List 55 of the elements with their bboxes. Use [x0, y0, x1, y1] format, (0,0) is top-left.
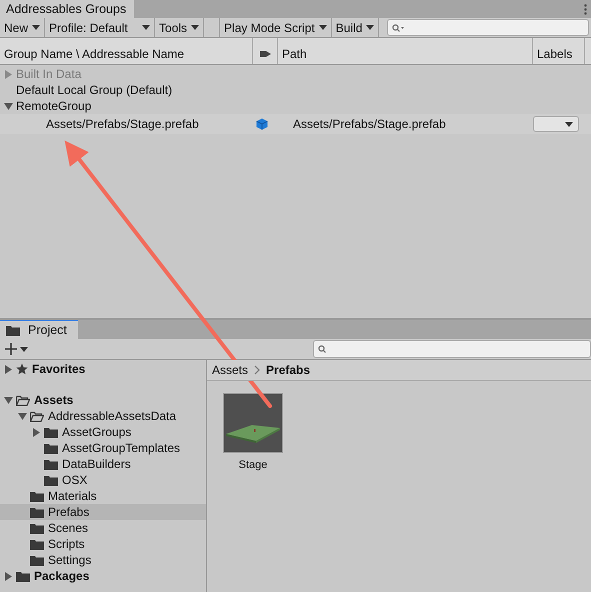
entry-name[interactable]: Assets/Prefabs/Stage.prefab — [46, 117, 256, 131]
column-header[interactable]: Labels — [533, 38, 585, 64]
plus-icon — [5, 343, 17, 355]
caret-icon — [318, 25, 327, 30]
breadcrumb-item[interactable]: Prefabs — [266, 363, 310, 377]
folder-icon — [6, 324, 20, 336]
tree-item[interactable]: Prefabs — [0, 504, 206, 520]
folder-icon — [30, 506, 44, 518]
open-folder-icon — [16, 394, 30, 406]
search-icon — [392, 24, 404, 32]
caret-icon — [142, 25, 150, 30]
search-field[interactable] — [387, 19, 589, 36]
tree-item[interactable]: Materials — [0, 488, 206, 504]
tree-item[interactable]: Settings — [0, 552, 206, 568]
group-name[interactable]: Default Local Group (Default) — [16, 83, 172, 97]
folder-icon — [30, 554, 44, 566]
open-folder-icon — [30, 410, 44, 422]
star-icon — [16, 363, 28, 375]
window-tab[interactable]: Project — [0, 320, 78, 339]
asset-name[interactable]: Stage — [238, 459, 268, 471]
caret-icon — [32, 25, 40, 30]
caret-icon — [366, 25, 374, 30]
folder-icon — [44, 426, 58, 438]
tree-item[interactable]: Assets — [0, 392, 206, 408]
folder-icon — [30, 522, 44, 534]
tree-item[interactable]: Packages — [0, 568, 206, 584]
column-header[interactable]: Group Name \ Addressable Name — [0, 38, 253, 64]
window-tab[interactable]: Addressables Groups — [0, 0, 134, 18]
labels-dropdown[interactable] — [533, 116, 579, 132]
folder-icon — [44, 442, 58, 454]
tree-item[interactable]: Scripts — [0, 536, 206, 552]
search-field[interactable] — [313, 340, 591, 358]
folder-icon — [44, 458, 58, 470]
tree-item[interactable]: OSX — [0, 472, 206, 488]
more-options-icon — [584, 4, 587, 15]
entry-path: Assets/Prefabs/Stage.prefab — [293, 117, 447, 131]
tree-item[interactable]: AssetGroups — [0, 424, 206, 440]
folder-icon — [16, 570, 30, 582]
chevron-icon — [254, 365, 260, 375]
caret-icon — [191, 25, 200, 30]
tree-item[interactable]: Favorites — [0, 361, 206, 377]
breadcrumb-item[interactable]: Assets — [212, 363, 248, 377]
group-name[interactable]: RemoteGroup — [16, 99, 92, 113]
folder-icon — [44, 474, 58, 486]
tree-item[interactable]: AddressableAssetsData — [0, 408, 206, 424]
tree-item[interactable]: DataBuilders — [0, 456, 206, 472]
search-icon — [318, 345, 326, 353]
folder-icon — [30, 538, 44, 550]
folder-icon — [30, 490, 44, 502]
tree-item[interactable]: AssetGroupTemplates — [0, 440, 206, 456]
cube-icon — [256, 118, 268, 130]
caret-icon — [565, 122, 573, 126]
caret-icon — [20, 346, 28, 352]
column-header[interactable]: Path — [278, 38, 533, 64]
tree-item[interactable]: Scenes — [0, 520, 206, 536]
